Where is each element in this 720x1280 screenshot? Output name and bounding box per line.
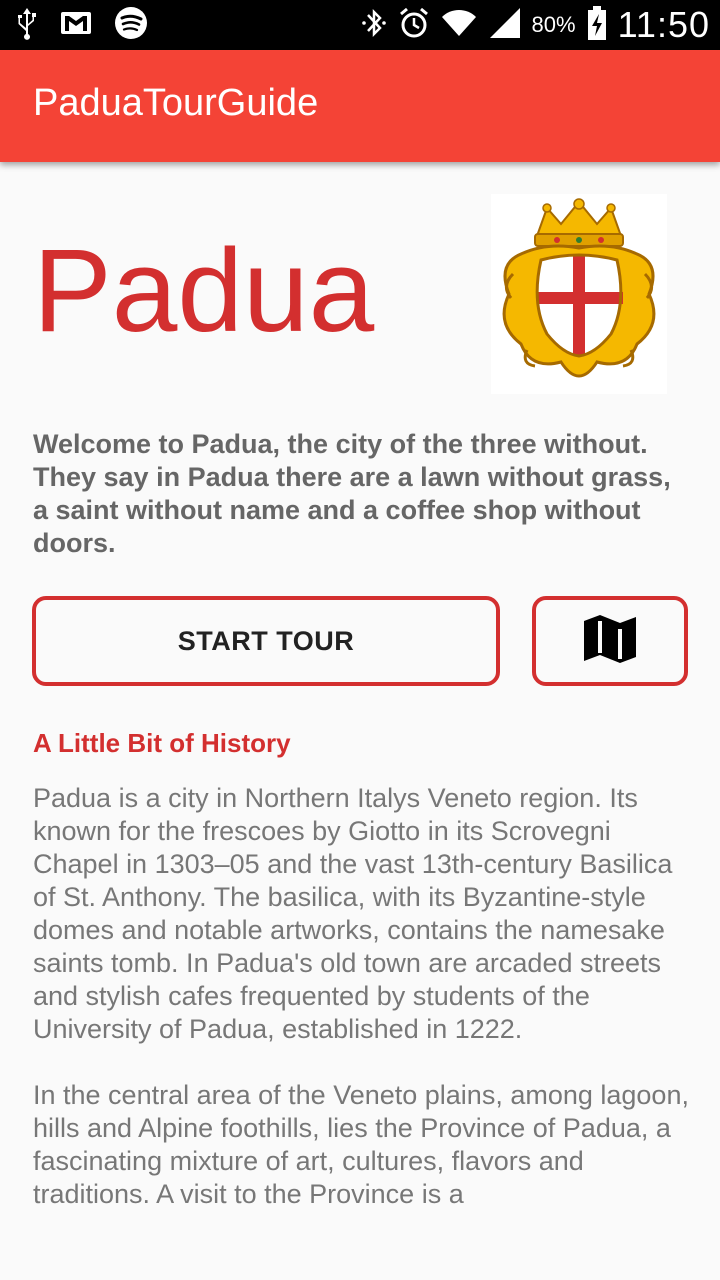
intro-text: Welcome to Padua, the city of the three … <box>33 429 671 558</box>
history-paragraph: In the central area of the Veneto plains… <box>33 1080 689 1209</box>
battery-percentage: 80% <box>531 12 576 37</box>
history-text: Padua is a city in Northern Italys Venet… <box>33 782 693 1244</box>
status-bar: 80% 11:50 <box>0 0 720 50</box>
start-tour-button[interactable]: START TOUR <box>32 596 500 686</box>
spotify-icon <box>114 6 148 45</box>
history-title: A Little Bit of History <box>33 728 291 758</box>
battery-icon <box>586 5 608 46</box>
map-icon <box>582 611 638 672</box>
gmail-icon <box>60 11 92 40</box>
app-bar: PaduaTourGuide <box>0 50 720 162</box>
wifi-icon <box>440 6 478 45</box>
alarm-icon <box>398 6 430 45</box>
clock: 11:50 <box>617 4 710 45</box>
main-content[interactable]: Padua Welcome to Padua, the city of the … <box>0 162 720 1280</box>
padua-coat-of-arms-icon <box>491 194 667 394</box>
bluetooth-icon <box>360 6 388 45</box>
history-paragraph: Padua is a city in Northern Italys Venet… <box>33 783 673 1044</box>
city-title: Padua <box>33 225 375 357</box>
map-button[interactable] <box>532 596 688 686</box>
signal-icon <box>488 6 522 45</box>
app-title: PaduaTourGuide <box>33 82 319 124</box>
usb-icon <box>16 6 38 45</box>
